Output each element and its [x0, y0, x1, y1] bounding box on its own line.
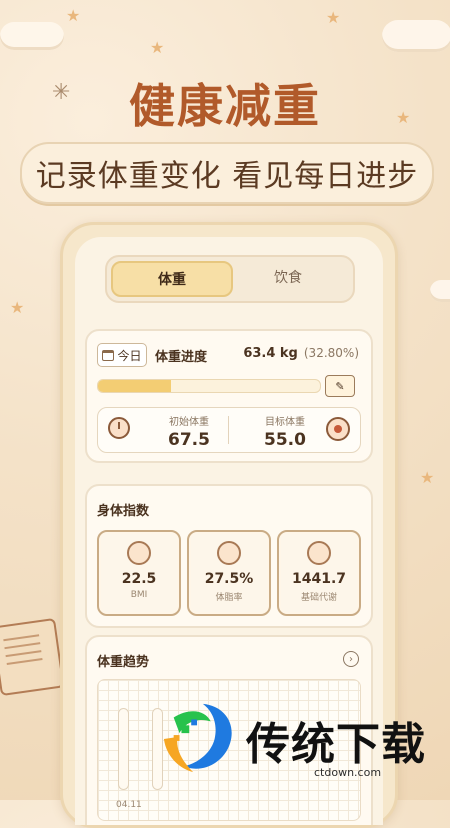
- progress-bar-fill: [98, 380, 171, 392]
- tab-diet[interactable]: 饮食: [229, 261, 347, 293]
- cloud-decoration: [0, 22, 64, 50]
- metric-label: 基础代谢: [300, 593, 337, 603]
- star-decoration: ★: [150, 38, 165, 57]
- bmi-icon: [127, 541, 151, 565]
- today-button[interactable]: 今日: [97, 343, 147, 367]
- divider: [228, 416, 229, 444]
- weight-trend-title: 体重趋势: [97, 655, 150, 670]
- alarm-clock-icon: [108, 417, 130, 439]
- target-icon: [326, 417, 350, 441]
- metric-label: BMI: [130, 590, 148, 600]
- star-decoration: ★: [326, 8, 341, 27]
- cloud-decoration: [382, 20, 450, 52]
- target-weight-value: 55.0: [264, 430, 306, 450]
- start-target-box: 初始体重 67.5 目标体重 55.0: [97, 407, 361, 453]
- star-decoration: ★: [10, 298, 25, 317]
- body-metrics-title: 身体指数: [97, 504, 150, 519]
- metric-basal-metabolism[interactable]: 1441.7 基础代谢: [277, 530, 361, 616]
- progress-bar: [97, 379, 321, 393]
- metabolism-icon: [307, 541, 331, 565]
- metric-bmi[interactable]: 22.5 BMI: [97, 530, 181, 616]
- cloud-decoration: [430, 280, 450, 302]
- watermark-url: ctdown.com: [314, 766, 382, 779]
- notebook-decoration: [0, 617, 65, 697]
- watermark-name: 传统下载: [246, 719, 426, 770]
- metric-value: 27.5%: [204, 571, 254, 587]
- metric-body-fat[interactable]: 27.5% 体脂率: [187, 530, 271, 616]
- metric-value: 1441.7: [291, 571, 347, 587]
- promo-headline: 健康减重: [129, 79, 321, 133]
- target-weight: 目标体重 55.0: [230, 413, 340, 450]
- edit-record-icon[interactable]: ✎: [325, 375, 355, 397]
- chevron-right-icon[interactable]: ›: [343, 651, 359, 667]
- progress-percent: (32.80%): [303, 346, 359, 360]
- tab-bar: 体重 饮食: [105, 255, 355, 303]
- watermark: 传统下载 ctdown.com: [160, 700, 440, 784]
- metric-value: 22.5: [121, 571, 157, 587]
- promo-subtitle: 记录体重变化 看见每日进步: [20, 142, 434, 204]
- today-label: 今日: [117, 348, 142, 363]
- target-weight-label: 目标体重: [265, 417, 305, 428]
- metric-label: 体脂率: [215, 593, 243, 603]
- body-metrics-card: 身体指数 22.5 BMI 27.5% 体脂率 1441.7 基础代谢: [85, 484, 373, 628]
- star-decoration: ★: [420, 468, 435, 487]
- body-fat-icon: [217, 541, 241, 565]
- star-decoration: ★: [66, 6, 81, 25]
- chart-bar: [118, 708, 129, 790]
- current-weight-value: 63.4 kg: [243, 346, 298, 361]
- chart-x-label: 04.11: [116, 800, 142, 810]
- weight-progress-title: 体重进度: [155, 350, 208, 365]
- weight-progress-card: 今日 体重进度 63.4 kg (32.80%) ✎ 初始体重 67.5 目标体重…: [85, 329, 373, 463]
- calendar-icon: [102, 349, 115, 361]
- tab-weight[interactable]: 体重: [111, 261, 233, 297]
- current-weight: 63.4 kg (32.80%): [243, 346, 359, 361]
- watermark-logo-icon: [163, 703, 232, 773]
